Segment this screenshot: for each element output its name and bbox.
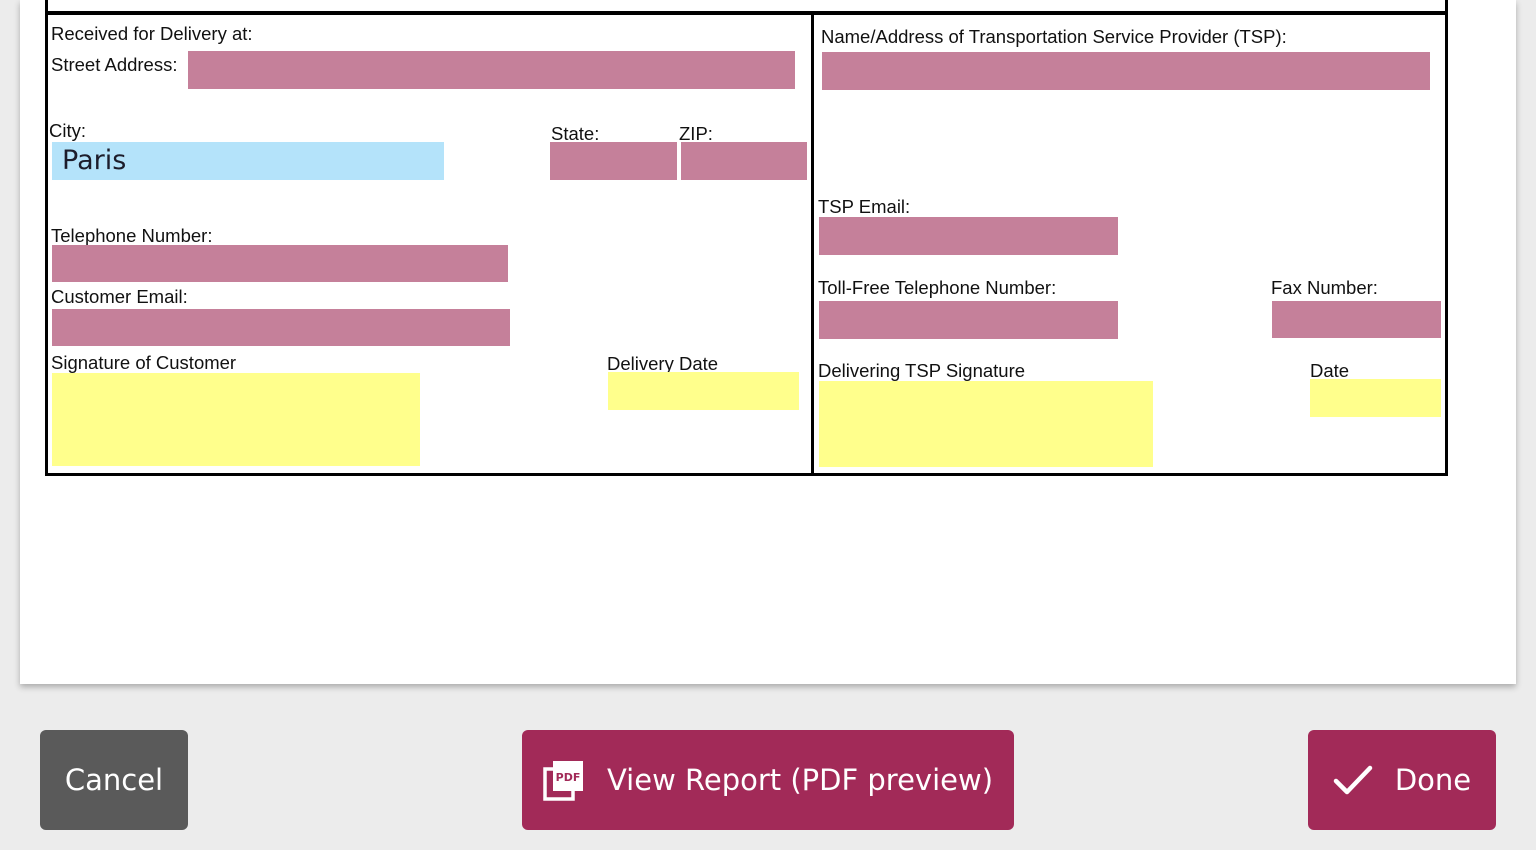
toll-free-telephone-field[interactable] bbox=[819, 301, 1118, 339]
fax-number-field[interactable] bbox=[1272, 301, 1441, 338]
view-report-button[interactable]: PDF View Report (PDF preview) bbox=[522, 730, 1014, 830]
city-field[interactable]: Paris bbox=[52, 142, 444, 180]
checkmark-icon bbox=[1333, 764, 1373, 796]
signature-of-customer-label: Signature of Customer bbox=[51, 352, 237, 373]
zip-label: ZIP: bbox=[679, 123, 713, 144]
city-value: Paris bbox=[62, 145, 127, 176]
date-field[interactable] bbox=[1310, 379, 1441, 417]
tsp-email-label: TSP Email: bbox=[818, 196, 911, 217]
zip-field[interactable] bbox=[681, 142, 807, 180]
tsp-name-address-label: Name/Address of Transportation Service P… bbox=[821, 26, 1287, 47]
tsp-name-address-field[interactable] bbox=[822, 52, 1430, 90]
done-button[interactable]: Done bbox=[1308, 730, 1496, 830]
tsp-signature-field[interactable] bbox=[819, 381, 1153, 467]
delivery-date-label: Delivery Date bbox=[607, 353, 719, 374]
telephone-number-label: Telephone Number: bbox=[51, 225, 213, 246]
customer-email-label: Customer Email: bbox=[51, 286, 188, 307]
fax-number-label: Fax Number: bbox=[1271, 277, 1378, 298]
street-address-field[interactable] bbox=[188, 51, 795, 89]
street-address-label: Street Address: bbox=[51, 54, 178, 75]
cancel-button[interactable]: Cancel bbox=[40, 730, 188, 830]
pdf-icon: PDF bbox=[543, 759, 585, 801]
delivering-tsp-signature-label: Delivering TSP Signature bbox=[818, 360, 1026, 381]
tsp-email-field[interactable] bbox=[819, 217, 1118, 255]
state-field[interactable] bbox=[550, 142, 677, 180]
form-column-divider bbox=[811, 13, 814, 475]
form-top-rule bbox=[45, 11, 1448, 15]
view-report-button-label: View Report (PDF preview) bbox=[606, 763, 994, 797]
delivery-date-field[interactable] bbox=[608, 372, 799, 410]
city-label: City: bbox=[49, 120, 86, 141]
received-for-delivery-label: Received for Delivery at: bbox=[51, 23, 253, 44]
toll-free-telephone-label: Toll-Free Telephone Number: bbox=[818, 277, 1057, 298]
svg-text:PDF: PDF bbox=[556, 771, 581, 784]
state-label: State: bbox=[551, 123, 600, 144]
done-button-label: Done bbox=[1394, 763, 1472, 797]
customer-email-field[interactable] bbox=[52, 309, 510, 346]
customer-signature-field[interactable] bbox=[52, 373, 420, 466]
cancel-button-label: Cancel bbox=[64, 763, 164, 797]
date-label: Date bbox=[1310, 360, 1350, 381]
telephone-number-field[interactable] bbox=[52, 245, 508, 282]
